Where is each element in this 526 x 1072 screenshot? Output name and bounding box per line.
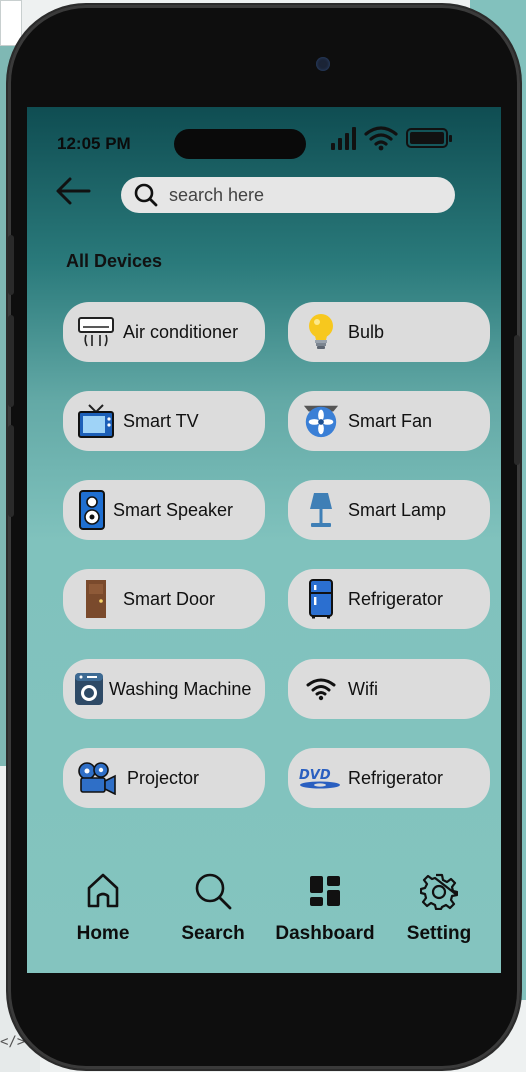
phone-side-button <box>514 335 520 465</box>
svg-text:DVD: DVD <box>299 768 331 783</box>
nav-search[interactable]: Search <box>158 867 268 945</box>
code-hint-text: </> <box>0 1034 26 1050</box>
dynamic-island <box>174 129 306 159</box>
wifi-status-icon <box>364 126 398 151</box>
device-card-smart-fan[interactable]: Smart Fan <box>288 391 490 451</box>
arrow-left-icon <box>56 177 91 205</box>
back-button[interactable] <box>54 173 94 209</box>
app-screen: 12:05 PM search here All Devices Air con… <box>27 107 501 973</box>
dashboard-icon <box>308 867 342 915</box>
device-label: Bulb <box>348 321 385 342</box>
device-label: Smart Speaker <box>113 499 234 520</box>
device-card-smart-door[interactable]: Smart Door <box>63 569 265 629</box>
device-card-washing-machine[interactable]: Washing Machine <box>63 659 265 719</box>
phone-side-button <box>8 315 14 407</box>
device-label: Smart TV <box>123 410 199 431</box>
nav-label: Search <box>181 923 245 944</box>
device-label: Refrigerator <box>348 767 444 788</box>
nav-dashboard[interactable]: Dashboard <box>270 867 380 945</box>
dvd-icon: DVD <box>298 759 342 797</box>
signal-icon <box>331 126 356 150</box>
nav-label: Home <box>76 923 130 944</box>
lamp-icon <box>302 491 340 529</box>
gear-icon <box>420 867 458 915</box>
phone-frame: 12:05 PM search here All Devices Air con… <box>8 5 520 1069</box>
status-icons <box>331 123 452 153</box>
bottom-nav: Home Search Dashboard Setting <box>27 867 501 957</box>
device-card-bulb[interactable]: Bulb <box>288 302 490 362</box>
phone-side-button <box>8 425 14 517</box>
device-card-wifi[interactable]: Wifi <box>288 659 490 719</box>
bulb-icon <box>302 313 340 351</box>
device-card-projector[interactable]: Projector <box>63 748 265 808</box>
home-icon <box>85 867 121 915</box>
device-card-smart-lamp[interactable]: Smart Lamp <box>288 480 490 540</box>
search-icon <box>134 183 158 207</box>
nav-label: Dashboard <box>275 923 375 944</box>
background-panel <box>0 0 22 46</box>
speaker-icon <box>77 490 107 530</box>
section-title: All Devices <box>66 251 163 271</box>
device-card-smart-speaker[interactable]: Smart Speaker <box>63 480 265 540</box>
phone-side-button <box>8 235 14 295</box>
nav-setting[interactable]: Setting <box>384 867 494 945</box>
device-label: Smart Lamp <box>348 499 447 520</box>
projector-icon <box>77 759 119 797</box>
device-label: Air conditioner <box>123 321 239 342</box>
device-label: Washing Machine <box>109 678 252 699</box>
device-label: Refrigerator <box>348 588 444 609</box>
device-label: Projector <box>127 767 200 788</box>
device-card-dvd[interactable]: DVD Refrigerator <box>288 748 490 808</box>
device-label: Smart Door <box>123 588 216 609</box>
device-label: Smart Fan <box>348 410 433 431</box>
washing-machine-icon <box>73 670 105 708</box>
search-icon <box>193 867 233 915</box>
nav-label: Setting <box>406 923 472 944</box>
device-card-air-conditioner[interactable]: Air conditioner <box>63 302 265 362</box>
door-icon <box>77 580 115 618</box>
search-bar[interactable] <box>121 177 455 213</box>
wifi-icon <box>302 670 340 708</box>
device-card-smart-tv[interactable]: Smart TV <box>63 391 265 451</box>
battery-icon <box>406 128 452 148</box>
camera-icon <box>316 57 330 71</box>
fan-icon <box>302 402 340 440</box>
air-conditioner-icon <box>77 313 115 351</box>
search-input[interactable] <box>169 184 429 206</box>
device-label: Wifi <box>348 678 378 699</box>
device-card-refrigerator[interactable]: Refrigerator <box>288 569 490 629</box>
status-time: 12:05 PM <box>57 134 131 153</box>
tv-icon <box>77 402 115 440</box>
refrigerator-icon <box>302 579 340 619</box>
nav-home[interactable]: Home <box>48 867 158 945</box>
